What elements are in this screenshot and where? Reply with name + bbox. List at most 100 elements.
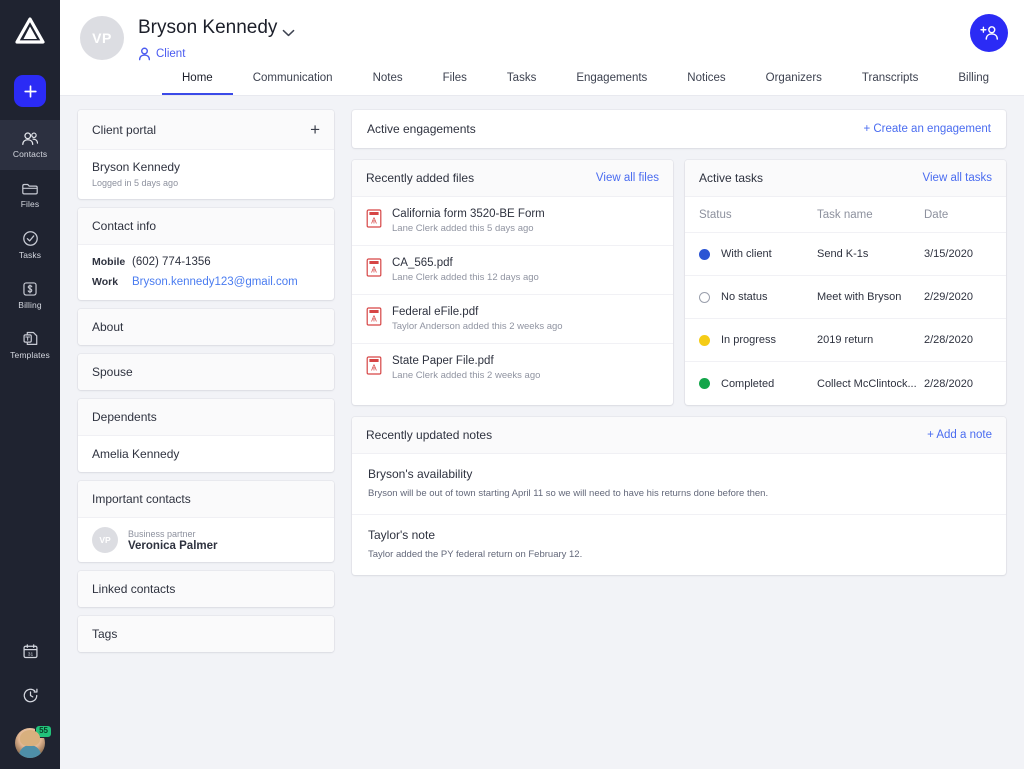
active-engagements-bar: Active engagements + Create an engagemen…: [352, 110, 1006, 148]
dependents-title: Dependents: [92, 410, 157, 424]
page-title: Bryson Kennedy: [138, 17, 277, 39]
recent-notes-header: Recently updated notes + Add a note: [352, 417, 1006, 454]
list-item[interactable]: VP Business partner Veronica Palmer: [78, 518, 334, 562]
spouse-header: Spouse: [78, 354, 334, 390]
recent-notes-card: Recently updated notes + Add a note Brys…: [352, 417, 1006, 575]
status-badge[interactable]: Client: [138, 47, 185, 61]
global-add-button[interactable]: [14, 75, 46, 107]
app-logo[interactable]: [0, 0, 60, 62]
task-date-cell: 2/29/2020: [924, 291, 992, 303]
tab-tasks[interactable]: Tasks: [487, 72, 556, 95]
cards-row: Recently added files View all files Ѧ: [352, 160, 1006, 405]
task-status-cell: With client: [699, 248, 817, 260]
file-meta: Lane Clerk added this 12 days ago: [392, 272, 539, 283]
note-body: Bryson will be out of town starting Apri…: [368, 488, 990, 499]
sidebar-item-label: Files: [21, 199, 39, 209]
recent-files-title: Recently added files: [366, 171, 474, 185]
contact-info-card: Contact info Mobile (602) 774-1356 Work …: [78, 208, 334, 300]
pdf-icon: Ѧ: [366, 209, 382, 233]
file-text: State Paper File.pdf Lane Clerk added th…: [392, 355, 540, 381]
create-engagement-link[interactable]: + Create an engagement: [863, 123, 991, 135]
important-contact-text: Business partner Veronica Palmer: [128, 529, 218, 552]
contact-detail-sidebar: Client portal + Bryson Kennedy Logged in…: [78, 110, 334, 769]
file-name: CA_565.pdf: [392, 257, 539, 269]
sidebar-item-label: Templates: [10, 350, 50, 360]
list-item[interactable]: Ѧ CA_565.pdf Lane Clerk added this 12 da…: [352, 246, 673, 295]
task-date-cell: 3/15/2020: [924, 248, 992, 260]
contact-menu-button[interactable]: [282, 24, 295, 42]
important-contacts-card: Important contacts VP Business partner V…: [78, 481, 334, 562]
file-meta: Lane Clerk added this 5 days ago: [392, 223, 545, 234]
table-row[interactable]: No status Meet with Bryson 2/29/2020: [685, 276, 1006, 319]
sidebar-item-contacts[interactable]: Contacts: [0, 120, 60, 170]
contact-avatar: VP: [80, 16, 124, 60]
tab-engagements[interactable]: Engagements: [556, 72, 667, 95]
file-text: California form 3520-BE Form Lane Clerk …: [392, 208, 545, 234]
tab-billing[interactable]: Billing: [938, 72, 1009, 95]
add-portal-user-icon[interactable]: +: [310, 121, 320, 138]
task-status-cell: No status: [699, 291, 817, 303]
tags-card[interactable]: Tags: [78, 616, 334, 652]
main-area: VP Bryson Kennedy Client: [60, 0, 1024, 769]
contact-email-link[interactable]: Bryson.kennedy123@gmail.com: [132, 276, 298, 288]
user-avatar-button[interactable]: 55: [0, 717, 60, 769]
sidebar-item-tasks[interactable]: Tasks: [0, 220, 60, 270]
check-circle-icon: [22, 230, 39, 247]
about-card[interactable]: About: [78, 309, 334, 345]
plus-icon: [23, 84, 38, 99]
tab-notices[interactable]: Notices: [667, 72, 745, 95]
list-item[interactable]: Bryson's availability Bryson will be out…: [352, 454, 1006, 515]
about-title: About: [92, 320, 123, 334]
add-contact-button[interactable]: [970, 14, 1008, 52]
tab-notes[interactable]: Notes: [353, 72, 423, 95]
tab-transcripts[interactable]: Transcripts: [842, 72, 938, 95]
client-portal-card: Client portal + Bryson Kennedy Logged in…: [78, 110, 334, 199]
note-body: Taylor added the PY federal return on Fe…: [368, 549, 990, 560]
left-nav-rail: Contacts Files Tasks: [0, 0, 60, 769]
contact-info-body: Mobile (602) 774-1356 Work Bryson.kenned…: [78, 245, 334, 300]
tab-organizers[interactable]: Organizers: [746, 72, 842, 95]
list-item[interactable]: Amelia Kennedy: [78, 436, 334, 472]
task-name-cell: Collect McClintock...: [817, 378, 924, 390]
linked-contacts-card[interactable]: Linked contacts: [78, 571, 334, 607]
column-header-date: Date: [924, 209, 992, 221]
table-row[interactable]: In progress 2019 return 2/28/2020: [685, 319, 1006, 362]
task-date-cell: 2/28/2020: [924, 334, 992, 346]
list-item[interactable]: Taylor's note Taylor added the PY federa…: [352, 515, 1006, 575]
active-tasks-card: Active tasks View all tasks Status Task …: [685, 160, 1006, 405]
view-all-tasks-link[interactable]: View all tasks: [923, 172, 992, 184]
table-row[interactable]: Completed Collect McClintock... 2/28/202…: [685, 362, 1006, 405]
table-row[interactable]: With client Send K-1s 3/15/2020: [685, 233, 1006, 276]
file-meta: Lane Clerk added this 2 weeks ago: [392, 370, 540, 381]
contact-info-row: Mobile (602) 774-1356: [78, 245, 334, 272]
sidebar-item-templates[interactable]: Templates: [0, 320, 60, 370]
dollar-icon: [22, 281, 38, 297]
column-header-task-name: Task name: [817, 209, 924, 221]
tab-home[interactable]: Home: [162, 72, 233, 95]
list-item[interactable]: Ѧ Federal eFile.pdf Taylor Anderson adde…: [352, 295, 673, 344]
status-dot-completed: [699, 378, 710, 389]
task-status-cell: In progress: [699, 334, 817, 346]
sidebar-item-billing[interactable]: Billing: [0, 270, 60, 320]
templates-icon: [22, 330, 39, 347]
file-name: Federal eFile.pdf: [392, 306, 563, 318]
list-item[interactable]: Ѧ State Paper File.pdf Lane Clerk added …: [352, 344, 673, 392]
list-item[interactable]: Ѧ California form 3520-BE Form Lane Cler…: [352, 197, 673, 246]
spouse-card[interactable]: Spouse: [78, 354, 334, 390]
add-person-icon: [980, 24, 999, 42]
recent-history-button[interactable]: [0, 673, 60, 717]
linked-contacts-title: Linked contacts: [92, 582, 175, 596]
view-all-files-link[interactable]: View all files: [596, 172, 659, 184]
add-note-link[interactable]: + Add a note: [927, 429, 992, 441]
contact-info-title: Contact info: [92, 219, 156, 233]
important-contact-role: Business partner: [128, 529, 218, 539]
tab-files[interactable]: Files: [423, 72, 487, 95]
task-status-label: Completed: [721, 378, 774, 390]
task-name-cell: 2019 return: [817, 334, 924, 346]
contact-info-label: Mobile: [92, 256, 132, 268]
tab-communication[interactable]: Communication: [233, 72, 353, 95]
contacts-icon: [21, 131, 39, 146]
sidebar-item-files[interactable]: Files: [0, 170, 60, 220]
client-portal-body[interactable]: Bryson Kennedy Logged in 5 days ago: [78, 150, 334, 199]
calendar-button[interactable]: 31: [0, 629, 60, 673]
